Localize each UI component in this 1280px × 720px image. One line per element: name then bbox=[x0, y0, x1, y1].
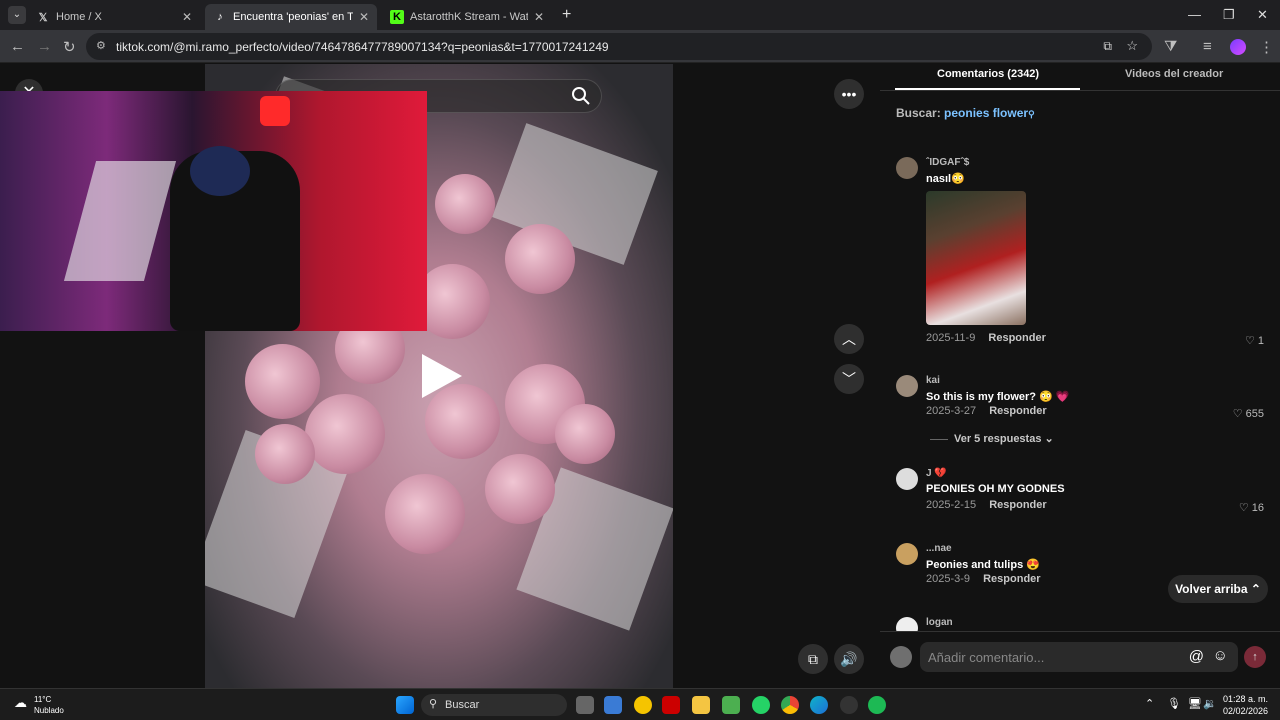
new-tab-button[interactable]: + bbox=[562, 6, 571, 24]
tab-comments[interactable]: Comentarios (2342) bbox=[937, 68, 1039, 80]
tiktok-logo-icon: ♪ bbox=[217, 11, 223, 23]
comment-meta: 2025-3-9 Responder bbox=[926, 573, 1041, 585]
chrome-icon[interactable] bbox=[781, 696, 799, 714]
comment-item: ˆIDGAFˆ$ nasıl😳 2025-11-9 Responder ♡ 1 bbox=[896, 157, 1266, 357]
previous-video-button[interactable]: ︿ bbox=[834, 324, 864, 354]
steam-icon[interactable] bbox=[840, 696, 858, 714]
comment-meta: 2025-11-9 Responder bbox=[926, 332, 1046, 344]
close-window-icon[interactable]: ✕ bbox=[1257, 7, 1268, 23]
tab-kick[interactable]: K AstarotthK Stream - Watch Live on ✕ bbox=[382, 4, 552, 30]
reply-button[interactable]: Responder bbox=[983, 573, 1040, 585]
extensions-icon[interactable]: ⧩ bbox=[1164, 38, 1177, 55]
whatsapp-icon[interactable] bbox=[752, 696, 770, 714]
comment-composer: Añadir comentario... @ ☺ ↑ bbox=[880, 631, 1280, 688]
app-icon[interactable] bbox=[662, 696, 680, 714]
like-button[interactable]: ♡ 655 bbox=[1233, 407, 1264, 420]
x-logo-icon: 𝕏 bbox=[38, 11, 48, 24]
file-explorer-icon[interactable] bbox=[692, 696, 710, 714]
avatar[interactable] bbox=[896, 375, 918, 397]
tab-x[interactable]: 𝕏 Home / X ✕ bbox=[28, 4, 200, 30]
search-icon: ⚲ bbox=[429, 698, 438, 710]
emoji-icon[interactable]: ☺ bbox=[1213, 647, 1228, 664]
tab-bar: ⌄ 𝕏 Home / X ✕ ♪ Encuentra 'peonias' en … bbox=[0, 0, 1280, 30]
address-bar: ← → ↻ ⚙ tiktok.com/@mi.ramo_perfecto/vid… bbox=[0, 30, 1280, 63]
cast-icon[interactable]: ⧉ bbox=[1103, 39, 1112, 54]
menu-icon[interactable]: ⋮ bbox=[1259, 38, 1274, 56]
video-area: nado ✕ ••• ︿ ﹀ ⧉ 🔊 bbox=[0, 64, 880, 688]
speaker-icon[interactable]: 🔉 bbox=[1203, 697, 1217, 710]
avatar[interactable] bbox=[896, 468, 918, 490]
media-control-icon[interactable]: ≡ bbox=[1203, 38, 1212, 55]
store-icon[interactable] bbox=[604, 696, 622, 714]
tab-creator-videos[interactable]: Videos del creador bbox=[1125, 68, 1223, 80]
like-button[interactable]: ♡ 1 bbox=[1245, 334, 1264, 347]
comment-search[interactable]: Buscar: peonies flower⚲ bbox=[896, 106, 1035, 120]
stream-overlay-image bbox=[0, 91, 427, 331]
reply-button[interactable]: Responder bbox=[989, 499, 1046, 511]
close-tab-icon[interactable]: ✕ bbox=[534, 10, 544, 24]
divider bbox=[880, 90, 1280, 91]
search-icon: ⚲ bbox=[1028, 109, 1035, 119]
back-icon[interactable]: ← bbox=[10, 38, 25, 55]
comment-item: kai So this is my flower? 😳 💗 2025-3-27 … bbox=[896, 375, 1266, 425]
tiktok-page: nado ✕ ••• ︿ ﹀ ⧉ 🔊 Comentarios (2342) Vi… bbox=[0, 64, 1280, 688]
volume-icon[interactable]: 🔊 bbox=[834, 644, 864, 674]
close-tab-icon[interactable]: ✕ bbox=[182, 10, 192, 24]
profile-avatar[interactable] bbox=[1230, 39, 1246, 55]
comment-item: J 💔 PEONIES OH MY GODNES 2025-2-15 Respo… bbox=[896, 468, 1266, 518]
floating-player-button[interactable]: ⧉ bbox=[798, 644, 828, 674]
next-video-button[interactable]: ﹀ bbox=[834, 364, 864, 394]
forward-icon[interactable]: → bbox=[37, 38, 52, 55]
reply-button[interactable]: Responder bbox=[988, 332, 1045, 344]
reload-icon[interactable]: ↻ bbox=[63, 38, 76, 56]
tab-tiktok[interactable]: ♪ Encuentra 'peonias' en TikTok | Bu ✕ bbox=[205, 4, 377, 30]
taskbar-search[interactable]: ⚲ Buscar bbox=[421, 694, 567, 716]
comment-meta: 2025-2-15 Responder bbox=[926, 499, 1047, 511]
weather-widget[interactable]: ☁ 11°C Nublado bbox=[14, 694, 64, 716]
cloud-icon: ☁ bbox=[14, 695, 27, 710]
kick-logo-icon: K bbox=[390, 10, 404, 24]
clock[interactable]: 01:28 a. m. 02/02/2026 bbox=[1223, 693, 1268, 717]
tab-search-icon[interactable]: ⌄ bbox=[8, 6, 26, 24]
avatar[interactable] bbox=[896, 157, 918, 179]
more-options-button[interactable]: ••• bbox=[834, 79, 864, 109]
reply-button[interactable]: Responder bbox=[989, 405, 1046, 417]
search-icon[interactable] bbox=[571, 86, 591, 106]
restore-icon[interactable]: ❐ bbox=[1223, 7, 1235, 23]
bookmark-star-icon[interactable]: ☆ bbox=[1126, 38, 1138, 54]
view-replies-button[interactable]: Ver 5 respuestas ⌄ bbox=[930, 432, 1054, 445]
mention-icon[interactable]: @ bbox=[1189, 648, 1204, 665]
avatar bbox=[890, 646, 912, 668]
network-icon[interactable]: 🖥 bbox=[1188, 697, 1202, 710]
site-settings-icon[interactable]: ⚙ bbox=[96, 39, 106, 52]
avatar[interactable] bbox=[896, 543, 918, 565]
comment-image[interactable] bbox=[926, 191, 1026, 325]
tray-chevron-icon[interactable]: ⌃ bbox=[1145, 697, 1154, 710]
spotify-icon[interactable] bbox=[868, 696, 886, 714]
minimize-icon[interactable]: — bbox=[1188, 7, 1201, 22]
back-to-top-button[interactable]: Volver arriba ⌃ bbox=[1168, 575, 1268, 603]
comment-meta: 2025-3-27 Responder bbox=[926, 405, 1047, 417]
taskbar: ☁ 11°C Nublado ⚲ Buscar ⌃ 🎙 🖥 🔉 01:28 a.… bbox=[0, 688, 1280, 720]
send-icon[interactable]: ↑ bbox=[1244, 646, 1266, 668]
comment-item: logan bbox=[896, 617, 1266, 631]
start-icon[interactable] bbox=[396, 696, 414, 714]
comments-panel: Comentarios (2342) Videos del creador Bu… bbox=[880, 64, 1280, 688]
widgets-icon[interactable] bbox=[634, 696, 652, 714]
microphone-icon[interactable]: 🎙 bbox=[1167, 697, 1181, 710]
edge-icon[interactable] bbox=[810, 696, 828, 714]
close-tab-icon[interactable]: ✕ bbox=[359, 10, 369, 24]
avatar[interactable] bbox=[896, 617, 918, 631]
url-field[interactable]: ⚙ tiktok.com/@mi.ramo_perfecto/video/746… bbox=[86, 33, 1152, 60]
like-button[interactable]: ♡ 16 bbox=[1239, 501, 1264, 514]
minecraft-icon[interactable] bbox=[722, 696, 740, 714]
play-icon[interactable] bbox=[422, 354, 462, 398]
comment-input[interactable]: Añadir comentario... @ ☺ bbox=[920, 642, 1238, 672]
task-view-icon[interactable] bbox=[576, 696, 594, 714]
